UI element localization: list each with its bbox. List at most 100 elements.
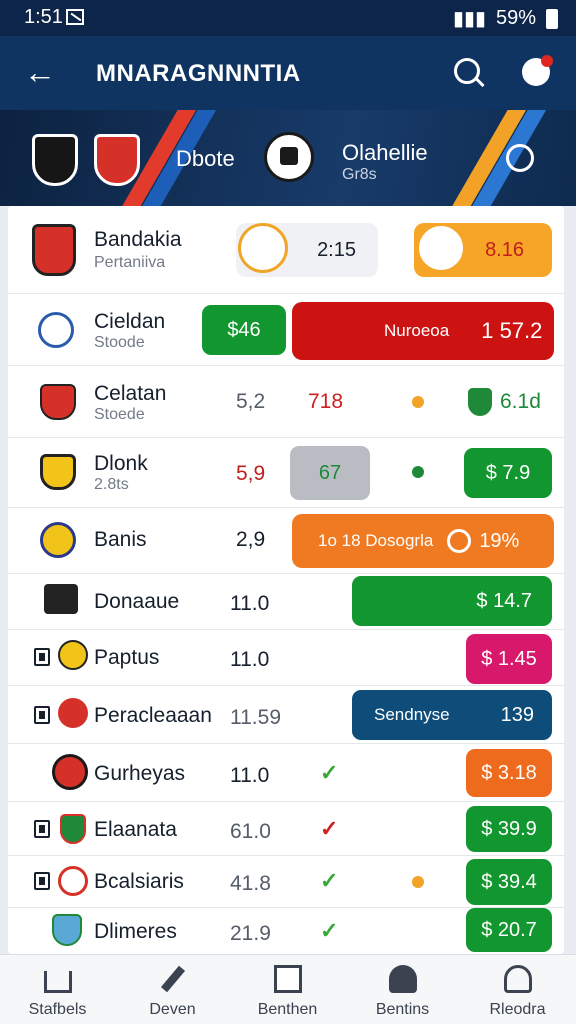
team-name: Gurheyas	[94, 762, 186, 785]
team-sub: Stoede	[94, 406, 145, 423]
odds-button[interactable]: $46	[202, 305, 286, 355]
odds-button[interactable]: 1o 18 Dosogrla 19%	[292, 514, 554, 568]
team-crest-icon	[40, 522, 76, 558]
odds-button[interactable]: $ 20.7	[466, 908, 552, 952]
list-item[interactable]: Bcalsiaris 41.8 ✓ $ 39.4	[8, 856, 564, 908]
team-name: Dlimeres	[94, 920, 177, 943]
status-dot	[412, 876, 424, 888]
odds-button[interactable]: $ 14.7	[352, 576, 552, 626]
list-item[interactable]: Peracleaaan 11.59 Sendnyse 139	[8, 686, 564, 744]
back-button[interactable]: ←	[24, 56, 56, 88]
team-sub: Stoode	[94, 334, 145, 351]
odds-value[interactable]: 41.8	[230, 872, 271, 896]
odds-value[interactable]: 5,2	[236, 390, 265, 414]
list-item[interactable]: Paptus 11.0 $ 1.45	[8, 630, 564, 686]
team-crest-icon	[40, 384, 76, 420]
odds-button[interactable]: $ 39.9	[466, 806, 552, 852]
odds-value[interactable]: 11.59	[230, 706, 281, 730]
odds-value: 19%	[479, 529, 520, 552]
status-dot	[412, 466, 424, 478]
notification-dot	[541, 55, 553, 67]
list-item[interactable]: Dlimeres 21.9 ✓ $ 20.7	[8, 908, 564, 954]
coin-icon	[416, 223, 466, 273]
list-item[interactable]: Bandakia Pertaniiva 2:15 8.16	[8, 206, 564, 294]
odds-button[interactable]: $ 7.9	[464, 448, 552, 498]
team-name: Paptus	[94, 646, 160, 669]
team-name: Celatan	[94, 382, 167, 405]
team-name: Bandakia	[94, 228, 182, 251]
notification-icon	[66, 9, 84, 25]
team-name: Bcalsiaris	[94, 870, 184, 893]
team-name: Dlonk	[94, 452, 148, 475]
nav-label: Rleodra	[489, 1001, 546, 1018]
odds-label: Sendnyse	[374, 705, 450, 724]
status-time: 1:51	[24, 6, 63, 28]
odds-label: Nuroeoa	[384, 321, 450, 340]
team-sub: 2.8ts	[94, 476, 129, 493]
list-item[interactable]: Dlonk 2.8ts 5,9 67 $ 7.9	[8, 438, 564, 508]
odds-label: 1o 18 Dosogrla	[318, 531, 434, 550]
battery-icon	[546, 8, 558, 29]
checkbox-icon[interactable]	[34, 706, 50, 724]
team-crest-icon	[38, 312, 74, 348]
team-crest-icon	[40, 454, 76, 490]
status-icons: ▮▮▮ 59%	[453, 6, 558, 31]
check-icon: ✓	[320, 816, 339, 841]
odds-button[interactable]: Nuroeoa 1 57.2	[292, 302, 554, 360]
odds-value[interactable]: 5,9	[236, 462, 265, 486]
home-team-label: Dbote	[176, 146, 235, 171]
search-icon[interactable]	[506, 144, 534, 172]
checkbox-icon[interactable]	[34, 820, 50, 838]
checkbox-icon[interactable]	[34, 648, 50, 666]
tools-icon	[160, 965, 186, 993]
odds-value[interactable]: 6.1d	[500, 390, 541, 414]
odds-value[interactable]: 11.0	[230, 764, 269, 788]
home-crest2-icon	[94, 134, 140, 186]
list-item[interactable]: Elaanata 61.0 ✓ $ 39.9	[8, 802, 564, 856]
chart-icon	[274, 965, 302, 993]
list-item[interactable]: Donaaue 11.0 $ 14.7	[8, 574, 564, 630]
check-icon: ✓	[320, 868, 339, 893]
odds-value: 2:15	[317, 238, 356, 261]
list-item[interactable]: Cieldan Stoode $46 Nuroeoa 1 57.2	[8, 294, 564, 366]
list-item[interactable]: Celatan Stoede 5,2 718 6.1d	[8, 366, 564, 438]
team-name: Donaaue	[94, 590, 180, 613]
check-icon: ✓	[320, 760, 339, 785]
profile-icon[interactable]	[522, 55, 553, 86]
odds-value[interactable]: 11.0	[230, 592, 269, 616]
search-icon[interactable]	[454, 58, 480, 84]
team-name: Banis	[94, 528, 147, 551]
team-crest-icon	[60, 814, 86, 844]
nav-item-deven[interactable]: Deven	[115, 955, 230, 1024]
nav-item-rleodra[interactable]: Rleodra	[460, 955, 575, 1024]
odds-value[interactable]: 2,9	[236, 528, 265, 552]
team-name: Elaanata	[94, 818, 177, 841]
nav-label: Benthen	[257, 1001, 318, 1018]
odds-value[interactable]: 21.9	[230, 922, 271, 946]
odds-value: 1 57.2	[481, 318, 543, 343]
odds-button[interactable]: $ 39.4	[466, 859, 552, 905]
odds-value: 139	[500, 703, 534, 726]
nav-item-benthen[interactable]: Benthen	[230, 955, 345, 1024]
person-icon	[504, 965, 532, 993]
odds-button[interactable]: Sendnyse 139	[352, 690, 552, 740]
list-item[interactable]: Banis 2,9 1o 18 Dosogrla 19%	[8, 508, 564, 574]
away-crest-icon	[264, 132, 314, 182]
odds-button[interactable]: 67	[290, 446, 370, 500]
bottom-navigation: Stafbels Deven Benthen Bentins Rleodra	[0, 954, 576, 1024]
odds-button[interactable]: $ 3.18	[466, 749, 552, 797]
nav-item-stafbels[interactable]: Stafbels	[0, 955, 115, 1024]
odds-value[interactable]: 718	[308, 390, 343, 414]
odds-button[interactable]: $ 1.45	[466, 634, 552, 684]
status-dot	[412, 396, 424, 408]
team-crest-icon	[58, 640, 88, 670]
nav-item-bentins[interactable]: Bentins	[345, 955, 460, 1024]
team-sub: Pertaniiva	[94, 254, 166, 271]
odds-value[interactable]: 11.0	[230, 648, 269, 672]
list-item[interactable]: Gurheyas 11.0 ✓ $ 3.18	[8, 744, 564, 802]
team-crest-icon	[44, 584, 78, 614]
home-icon	[44, 971, 72, 993]
odds-value[interactable]: 61.0	[230, 820, 271, 844]
nav-label: Deven	[149, 1001, 196, 1018]
checkbox-icon[interactable]	[34, 872, 50, 890]
